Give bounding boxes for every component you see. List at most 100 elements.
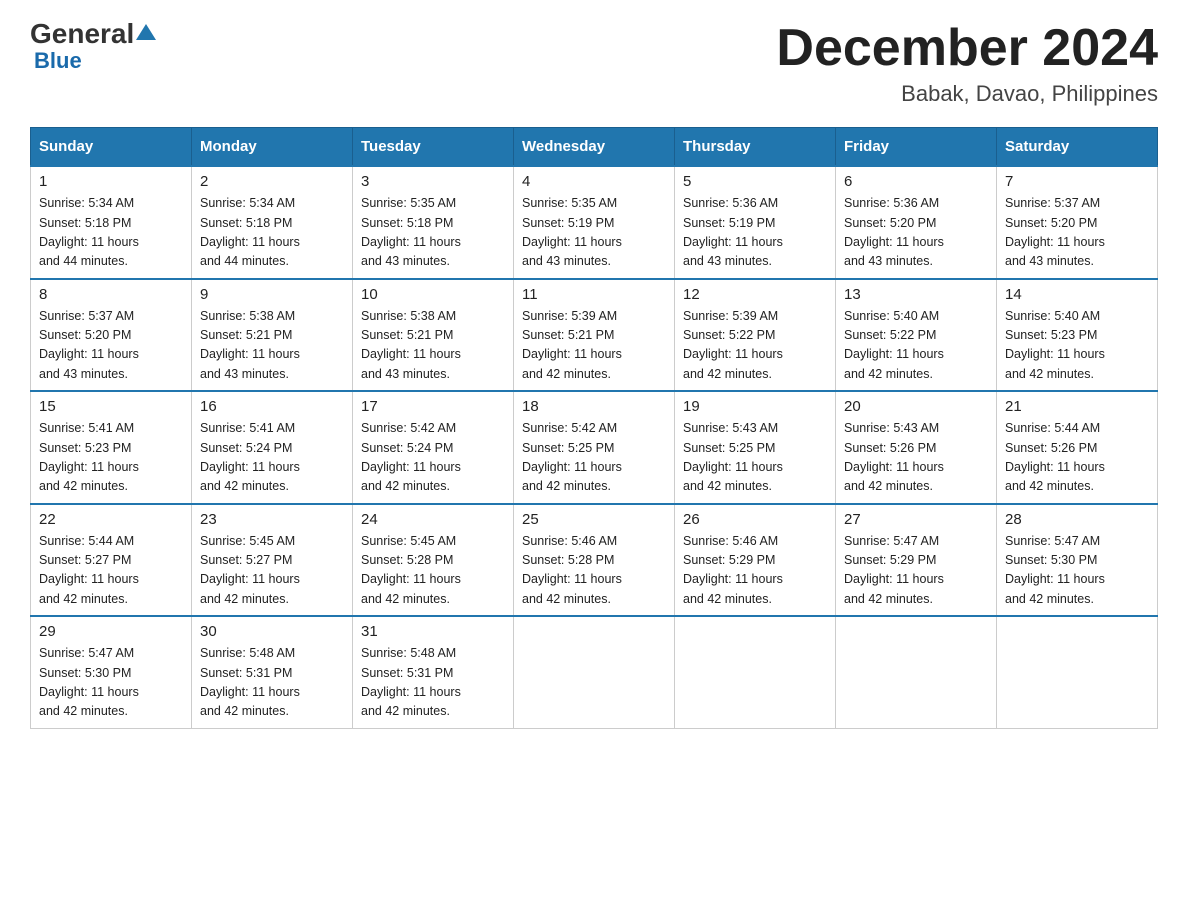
day-number: 12 (683, 286, 827, 303)
calendar-cell: 28 Sunrise: 5:47 AMSunset: 5:30 PMDaylig… (997, 504, 1158, 617)
day-number: 5 (683, 173, 827, 190)
week-row-1: 1 Sunrise: 5:34 AMSunset: 5:18 PMDayligh… (31, 166, 1158, 279)
day-number: 22 (39, 511, 183, 528)
day-info: Sunrise: 5:35 AMSunset: 5:18 PMDaylight:… (361, 196, 461, 268)
day-info: Sunrise: 5:40 AMSunset: 5:23 PMDaylight:… (1005, 309, 1105, 381)
calendar-cell: 22 Sunrise: 5:44 AMSunset: 5:27 PMDaylig… (31, 504, 192, 617)
calendar-cell: 9 Sunrise: 5:38 AMSunset: 5:21 PMDayligh… (192, 279, 353, 392)
calendar-cell: 20 Sunrise: 5:43 AMSunset: 5:26 PMDaylig… (836, 391, 997, 504)
day-info: Sunrise: 5:44 AMSunset: 5:27 PMDaylight:… (39, 534, 139, 606)
calendar-cell: 8 Sunrise: 5:37 AMSunset: 5:20 PMDayligh… (31, 279, 192, 392)
col-header-monday: Monday (192, 128, 353, 167)
col-header-friday: Friday (836, 128, 997, 167)
day-info: Sunrise: 5:34 AMSunset: 5:18 PMDaylight:… (39, 196, 139, 268)
calendar-cell (997, 616, 1158, 728)
day-info: Sunrise: 5:41 AMSunset: 5:24 PMDaylight:… (200, 421, 300, 493)
calendar-cell: 1 Sunrise: 5:34 AMSunset: 5:18 PMDayligh… (31, 166, 192, 279)
location-title: Babak, Davao, Philippines (776, 81, 1158, 107)
day-info: Sunrise: 5:38 AMSunset: 5:21 PMDaylight:… (361, 309, 461, 381)
logo-blue-text: Blue (34, 48, 82, 74)
day-number: 18 (522, 398, 666, 415)
calendar-cell: 26 Sunrise: 5:46 AMSunset: 5:29 PMDaylig… (675, 504, 836, 617)
calendar-cell: 18 Sunrise: 5:42 AMSunset: 5:25 PMDaylig… (514, 391, 675, 504)
day-number: 15 (39, 398, 183, 415)
day-info: Sunrise: 5:42 AMSunset: 5:25 PMDaylight:… (522, 421, 622, 493)
logo-triangle-icon (136, 24, 156, 45)
day-info: Sunrise: 5:43 AMSunset: 5:26 PMDaylight:… (844, 421, 944, 493)
week-row-2: 8 Sunrise: 5:37 AMSunset: 5:20 PMDayligh… (31, 279, 1158, 392)
day-number: 11 (522, 286, 666, 303)
calendar-cell (836, 616, 997, 728)
day-number: 14 (1005, 286, 1149, 303)
col-header-saturday: Saturday (997, 128, 1158, 167)
calendar-cell: 13 Sunrise: 5:40 AMSunset: 5:22 PMDaylig… (836, 279, 997, 392)
calendar-cell: 3 Sunrise: 5:35 AMSunset: 5:18 PMDayligh… (353, 166, 514, 279)
day-number: 30 (200, 623, 344, 640)
calendar-cell: 23 Sunrise: 5:45 AMSunset: 5:27 PMDaylig… (192, 504, 353, 617)
calendar-cell: 27 Sunrise: 5:47 AMSunset: 5:29 PMDaylig… (836, 504, 997, 617)
week-row-5: 29 Sunrise: 5:47 AMSunset: 5:30 PMDaylig… (31, 616, 1158, 728)
day-info: Sunrise: 5:39 AMSunset: 5:21 PMDaylight:… (522, 309, 622, 381)
calendar-cell (514, 616, 675, 728)
day-number: 27 (844, 511, 988, 528)
day-number: 23 (200, 511, 344, 528)
calendar-cell (675, 616, 836, 728)
day-info: Sunrise: 5:34 AMSunset: 5:18 PMDaylight:… (200, 196, 300, 268)
day-number: 1 (39, 173, 183, 190)
logo-general-text: General (30, 20, 134, 48)
week-row-3: 15 Sunrise: 5:41 AMSunset: 5:23 PMDaylig… (31, 391, 1158, 504)
calendar-cell: 16 Sunrise: 5:41 AMSunset: 5:24 PMDaylig… (192, 391, 353, 504)
day-info: Sunrise: 5:47 AMSunset: 5:30 PMDaylight:… (1005, 534, 1105, 606)
day-info: Sunrise: 5:41 AMSunset: 5:23 PMDaylight:… (39, 421, 139, 493)
day-info: Sunrise: 5:48 AMSunset: 5:31 PMDaylight:… (200, 646, 300, 718)
day-info: Sunrise: 5:44 AMSunset: 5:26 PMDaylight:… (1005, 421, 1105, 493)
calendar-cell: 7 Sunrise: 5:37 AMSunset: 5:20 PMDayligh… (997, 166, 1158, 279)
day-number: 3 (361, 173, 505, 190)
day-info: Sunrise: 5:36 AMSunset: 5:20 PMDaylight:… (844, 196, 944, 268)
calendar-cell: 2 Sunrise: 5:34 AMSunset: 5:18 PMDayligh… (192, 166, 353, 279)
calendar-cell: 12 Sunrise: 5:39 AMSunset: 5:22 PMDaylig… (675, 279, 836, 392)
day-number: 26 (683, 511, 827, 528)
calendar-cell: 10 Sunrise: 5:38 AMSunset: 5:21 PMDaylig… (353, 279, 514, 392)
day-number: 2 (200, 173, 344, 190)
calendar-cell: 11 Sunrise: 5:39 AMSunset: 5:21 PMDaylig… (514, 279, 675, 392)
col-header-wednesday: Wednesday (514, 128, 675, 167)
day-number: 19 (683, 398, 827, 415)
day-number: 24 (361, 511, 505, 528)
day-info: Sunrise: 5:48 AMSunset: 5:31 PMDaylight:… (361, 646, 461, 718)
day-number: 29 (39, 623, 183, 640)
calendar-table: SundayMondayTuesdayWednesdayThursdayFrid… (30, 127, 1158, 729)
calendar-cell: 29 Sunrise: 5:47 AMSunset: 5:30 PMDaylig… (31, 616, 192, 728)
day-number: 4 (522, 173, 666, 190)
day-number: 20 (844, 398, 988, 415)
day-info: Sunrise: 5:43 AMSunset: 5:25 PMDaylight:… (683, 421, 783, 493)
day-number: 28 (1005, 511, 1149, 528)
day-info: Sunrise: 5:46 AMSunset: 5:29 PMDaylight:… (683, 534, 783, 606)
page-header: General Blue December 2024 Babak, Davao,… (30, 20, 1158, 107)
col-header-sunday: Sunday (31, 128, 192, 167)
day-number: 13 (844, 286, 988, 303)
day-info: Sunrise: 5:47 AMSunset: 5:29 PMDaylight:… (844, 534, 944, 606)
day-info: Sunrise: 5:39 AMSunset: 5:22 PMDaylight:… (683, 309, 783, 381)
calendar-cell: 4 Sunrise: 5:35 AMSunset: 5:19 PMDayligh… (514, 166, 675, 279)
day-info: Sunrise: 5:40 AMSunset: 5:22 PMDaylight:… (844, 309, 944, 381)
col-header-thursday: Thursday (675, 128, 836, 167)
calendar-cell: 25 Sunrise: 5:46 AMSunset: 5:28 PMDaylig… (514, 504, 675, 617)
day-number: 16 (200, 398, 344, 415)
day-number: 6 (844, 173, 988, 190)
day-info: Sunrise: 5:42 AMSunset: 5:24 PMDaylight:… (361, 421, 461, 493)
day-number: 8 (39, 286, 183, 303)
calendar-cell: 21 Sunrise: 5:44 AMSunset: 5:26 PMDaylig… (997, 391, 1158, 504)
title-block: December 2024 Babak, Davao, Philippines (776, 20, 1158, 107)
day-number: 31 (361, 623, 505, 640)
day-number: 21 (1005, 398, 1149, 415)
calendar-cell: 17 Sunrise: 5:42 AMSunset: 5:24 PMDaylig… (353, 391, 514, 504)
calendar-cell: 15 Sunrise: 5:41 AMSunset: 5:23 PMDaylig… (31, 391, 192, 504)
calendar-cell: 6 Sunrise: 5:36 AMSunset: 5:20 PMDayligh… (836, 166, 997, 279)
calendar-header-row: SundayMondayTuesdayWednesdayThursdayFrid… (31, 128, 1158, 167)
day-info: Sunrise: 5:38 AMSunset: 5:21 PMDaylight:… (200, 309, 300, 381)
day-info: Sunrise: 5:45 AMSunset: 5:28 PMDaylight:… (361, 534, 461, 606)
calendar-cell: 30 Sunrise: 5:48 AMSunset: 5:31 PMDaylig… (192, 616, 353, 728)
day-number: 10 (361, 286, 505, 303)
logo: General Blue (30, 20, 156, 74)
